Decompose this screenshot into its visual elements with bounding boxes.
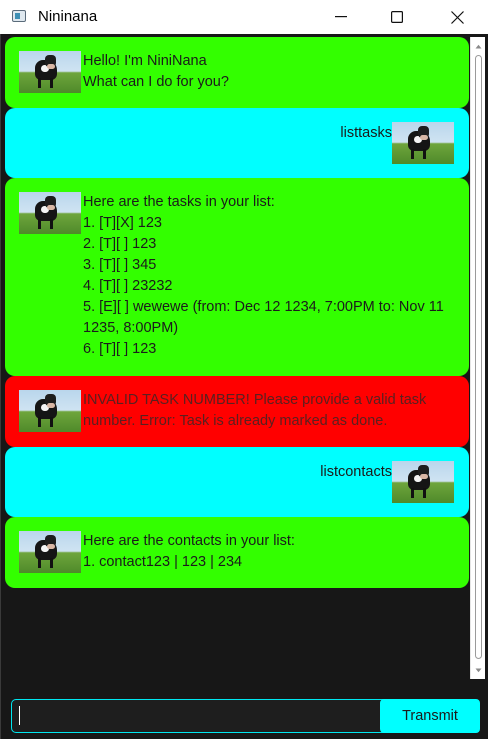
message-line: INVALID TASK NUMBER! Please provide a va… [83, 392, 427, 408]
input-bar: Transmit [0, 697, 488, 739]
message-text: Hello! I'm NiniNana What can I do for yo… [83, 51, 229, 93]
message-line: Here are the tasks in your list: [83, 194, 275, 210]
text-cursor [19, 706, 20, 725]
message-line: 1. contact123 | 123 | 234 [83, 554, 243, 570]
message-line: 1. [T][X] 123 [83, 215, 162, 231]
cow-avatar [19, 390, 81, 432]
user-message: listcontacts [5, 447, 469, 517]
message-line: listcontacts [320, 464, 392, 480]
maximize-icon [391, 11, 403, 23]
bot-message: Here are the contacts in your list: 1. c… [5, 517, 469, 588]
close-icon [450, 10, 464, 24]
message-text: listtasks [340, 123, 392, 144]
cow-avatar [392, 122, 454, 164]
arrow-up-icon [475, 44, 482, 48]
message-line: 1235, 8:00PM) [83, 320, 179, 336]
main-content: Hello! I'm NiniNana What can I do for yo… [0, 34, 488, 739]
message-text: Here are the tasks in your list: 1. [T][… [83, 192, 444, 360]
message-text: INVALID TASK NUMBER! Please provide a va… [83, 390, 426, 432]
bot-message: Hello! I'm NiniNana What can I do for yo… [5, 37, 469, 108]
cow-avatar [19, 51, 81, 93]
app-icon [12, 10, 26, 22]
message-line: listtasks [340, 125, 392, 141]
title-bar[interactable]: Nininana [0, 0, 488, 34]
message-line: number. Error: Task is already marked as… [83, 413, 388, 429]
message-input[interactable] [11, 699, 405, 733]
scroll-thumb[interactable] [475, 55, 482, 659]
scroll-down-button[interactable] [471, 663, 486, 677]
message-line: 5. [E][ ] wewewe (from: Dec 12 1234, 7:0… [83, 299, 444, 315]
message-line: 6. [T][ ] 123 [83, 341, 157, 357]
message-line: 3. [T][ ] 345 [83, 257, 157, 273]
message-text: listcontacts [320, 462, 392, 483]
minimize-icon [335, 16, 347, 18]
scroll-up-button[interactable] [471, 39, 486, 53]
message-line: Here are the contacts in your list: [83, 533, 295, 549]
bot-message: Here are the tasks in your list: 1. [T][… [5, 178, 469, 376]
arrow-down-icon [475, 668, 482, 672]
cow-avatar [392, 461, 454, 503]
dialog-scroll-pane[interactable]: Hello! I'm NiniNana What can I do for yo… [4, 37, 469, 679]
maximize-button[interactable] [369, 0, 425, 34]
error-message: INVALID TASK NUMBER! Please provide a va… [5, 376, 469, 447]
cow-avatar [19, 192, 81, 234]
message-line: 4. [T][ ] 23232 [83, 278, 173, 294]
minimize-button[interactable] [313, 0, 369, 34]
message-line: Hello! I'm NiniNana [83, 53, 207, 69]
transmit-button[interactable]: Transmit [380, 699, 480, 733]
close-button[interactable] [429, 0, 485, 34]
message-text: Here are the contacts in your list: 1. c… [83, 531, 295, 573]
window-title: Nininana [38, 8, 98, 25]
vertical-scrollbar[interactable] [470, 37, 485, 679]
message-line: 2. [T][ ] 123 [83, 236, 157, 252]
user-message: listtasks [5, 108, 469, 178]
cow-avatar [19, 531, 81, 573]
message-line: What can I do for you? [83, 74, 229, 90]
